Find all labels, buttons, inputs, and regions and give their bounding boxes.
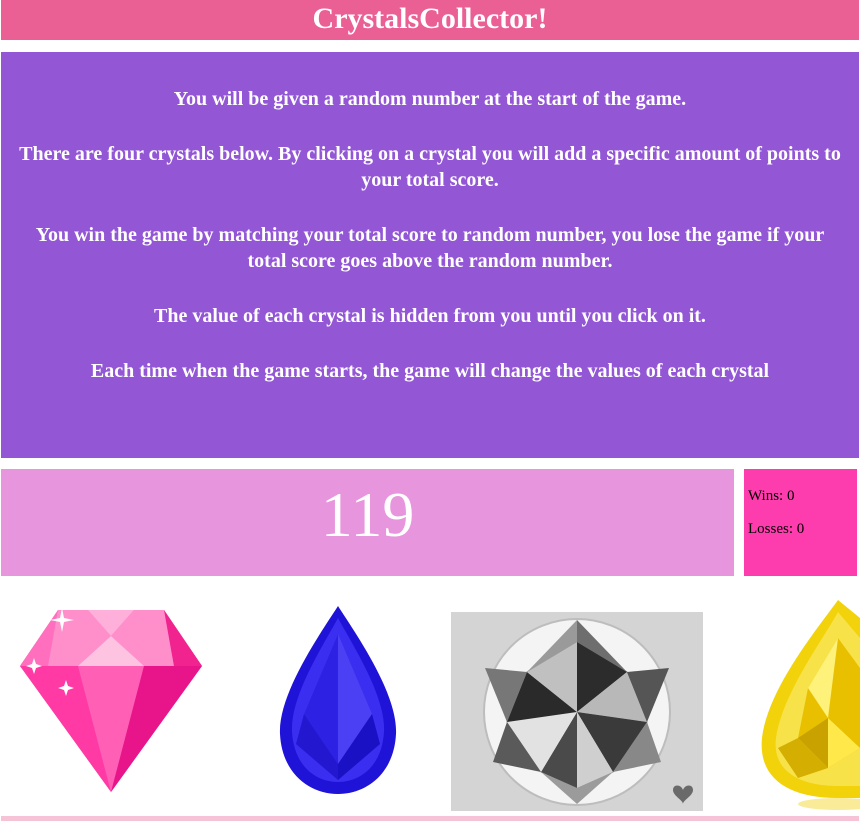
wins-counter: Wins: 0 <box>748 488 795 504</box>
instructions-panel: You will be given a random number at the… <box>1 52 859 458</box>
blue-crystal-icon <box>279 606 397 794</box>
white-diamond-button[interactable] <box>451 612 703 811</box>
instruction-line: Each time when the game starts, the game… <box>90 360 770 382</box>
instruction-line: The value of each crystal is hidden from… <box>154 305 706 327</box>
target-number: 119 <box>320 479 415 550</box>
pink-crystal-icon <box>20 608 202 792</box>
game-title: CrystalsCollector! <box>1 0 859 40</box>
score-panel: Wins: 0 Losses: 0 <box>744 469 857 576</box>
yellow-crystal-button[interactable] <box>758 598 860 812</box>
blue-crystal-button[interactable] <box>276 604 400 796</box>
instruction-line: You win the game by matching your total … <box>35 224 825 272</box>
instruction-line: You will be given a random number at the… <box>173 88 687 110</box>
target-number-panel: 119 <box>1 469 734 576</box>
pink-crystal-button[interactable] <box>18 606 204 794</box>
losses-counter: Losses: 0 <box>748 521 805 537</box>
bottom-divider <box>1 816 859 821</box>
instruction-line: There are four crystals below. By clicki… <box>19 143 841 191</box>
yellow-crystal-icon <box>761 600 860 810</box>
white-diamond-icon <box>451 612 703 811</box>
